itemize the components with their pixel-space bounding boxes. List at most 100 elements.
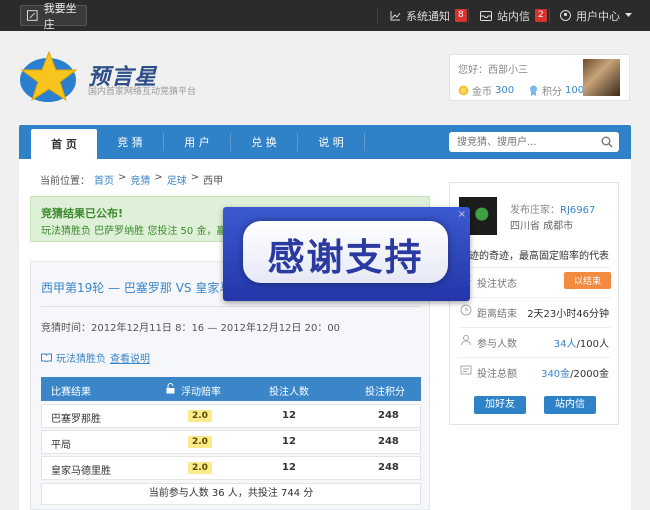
- breadcrumb-prefix: 当前位置：: [40, 176, 90, 187]
- table-row[interactable]: 平局 2.0 12 248: [41, 430, 421, 454]
- chart-icon: [390, 11, 401, 21]
- user-avatar[interactable]: [583, 59, 620, 96]
- divider: [377, 8, 378, 23]
- mail-count-badge: 2: [535, 9, 547, 22]
- rule-help-link[interactable]: 查看说明: [110, 350, 150, 365]
- row-odds: 2.0: [188, 462, 212, 474]
- row-odds: 2.0: [188, 436, 212, 448]
- divider: [468, 8, 469, 23]
- total-max: /2000金: [570, 369, 609, 380]
- row-points: 248: [378, 462, 399, 473]
- post-bet-button[interactable]: 我要坐庄: [20, 2, 87, 31]
- row-people: 12: [282, 436, 296, 447]
- table-row[interactable]: 巴塞罗那胜 2.0 12 248: [41, 404, 421, 428]
- edit-icon: [27, 10, 38, 21]
- score-label: 积分: [542, 87, 562, 98]
- score-balance: 积分 100: [528, 83, 584, 98]
- breadcrumb-sep: >: [118, 172, 127, 183]
- thanks-banner: 感谢支持: [243, 221, 448, 283]
- mail-link[interactable]: 站内信 2: [480, 0, 547, 31]
- user-icon: [461, 335, 471, 346]
- brand-slogan: 国内首家网络互动竞猜平台: [88, 87, 197, 97]
- tab-home[interactable]: 首 页: [31, 129, 97, 159]
- breadcrumb-football[interactable]: 足球: [167, 172, 187, 187]
- row-points: 248: [378, 410, 399, 421]
- row-result: 皇家马德里胜: [51, 466, 111, 477]
- thanks-text: 感谢支持: [267, 236, 424, 279]
- divider: [41, 306, 421, 307]
- col-people: 投注人数: [269, 387, 309, 398]
- gold-balance: 金币 300: [458, 83, 514, 98]
- people-count: 34人: [553, 339, 577, 350]
- star-logo-icon: [20, 50, 78, 102]
- alert-title: 竞猜结果已公布!: [41, 207, 124, 220]
- tab-users[interactable]: 用 户: [164, 125, 230, 159]
- table-row[interactable]: 皇家马德里胜 2.0 12 248: [41, 456, 421, 480]
- search-icon[interactable]: [601, 136, 613, 148]
- rule-link[interactable]: 玩法猜胜负 查看说明: [41, 350, 150, 365]
- user-center-menu[interactable]: 用户中心: [560, 0, 632, 31]
- tab-help[interactable]: 说 明: [298, 125, 364, 159]
- row-result: 平局: [51, 440, 71, 451]
- inbox-icon: [480, 10, 492, 21]
- main-nav: 首 页 竞 猜 用 户 兑 换 说 明: [19, 125, 631, 159]
- people-value: 34人/100人: [554, 335, 609, 350]
- remain-value: 2天23小时46分钟: [527, 309, 609, 320]
- user-center-label: 用户中心: [576, 9, 620, 23]
- clock-icon: [460, 304, 472, 316]
- search-input[interactable]: [449, 132, 619, 152]
- col-odds: 浮动赔率: [181, 387, 221, 398]
- total-label: 投注总额: [477, 369, 517, 380]
- system-notify-link[interactable]: 系统通知 8: [390, 0, 467, 31]
- book-icon: [41, 353, 52, 362]
- user-greeting: 您好：西部小三: [458, 65, 528, 76]
- match-time: 竞猜时间：2012年12月11日 8：16 — 2012年12月12日 20：0…: [41, 323, 341, 334]
- gold-value: 300: [495, 85, 515, 96]
- system-notify-label: 系统通知: [406, 9, 450, 23]
- close-icon[interactable]: ×: [458, 209, 466, 220]
- breadcrumb-home[interactable]: 首页: [94, 172, 114, 187]
- bet-table-header: 比赛结果 浮动赔率 投注人数 投注积分: [41, 377, 421, 401]
- row-people: 12: [282, 462, 296, 473]
- site-logo[interactable]: 预言星 国内首家网络互动竞猜平台: [18, 50, 218, 104]
- gold-label: 金币: [472, 87, 492, 98]
- unlock-icon: [166, 383, 175, 394]
- user-card: 您好：西部小三 金币 300 积分 100: [449, 54, 630, 101]
- status-badge: 以结束: [563, 272, 611, 289]
- coin-icon: [458, 85, 469, 96]
- caret-down-icon: [625, 13, 632, 17]
- status-label: 投注状态: [477, 279, 517, 290]
- score-value: 100: [565, 85, 585, 96]
- breadcrumb-bet[interactable]: 竞猜: [130, 172, 150, 187]
- people-row: 参与人数 34人/100人: [459, 327, 611, 353]
- dealer-panel: 发布庄家：RJ6967 四川省 成都市 奇迹的奇迹，最高固定赔率的代表 投注状态…: [449, 182, 619, 425]
- mail-label: 站内信: [497, 9, 530, 23]
- people-total: /100人: [576, 339, 609, 350]
- row-result: 巴塞罗那胜: [51, 414, 101, 425]
- people-label: 参与人数: [477, 339, 517, 350]
- ticket-icon: [460, 365, 472, 375]
- total-row: 投注总额 340金/2000金: [459, 357, 611, 383]
- breadcrumb-current: 西甲: [203, 176, 224, 187]
- row-people: 12: [282, 410, 296, 421]
- notify-count-badge: 8: [455, 9, 467, 22]
- tab-bet[interactable]: 竞 猜: [97, 125, 163, 159]
- user-circle-icon: [560, 10, 571, 21]
- divider: [549, 8, 550, 23]
- tab-exchange[interactable]: 兑 换: [231, 125, 297, 159]
- nav-separator: [364, 133, 365, 151]
- row-points: 248: [378, 436, 399, 447]
- alert-detail: 玩法猜胜负 巴萨罗纳胜 您投注 50 金，赢得 20: [41, 226, 253, 237]
- dealer-description: 奇迹的奇迹，最高固定赔率的代表: [459, 251, 609, 262]
- status-row: 投注状态 以结束: [459, 267, 611, 293]
- add-friend-button[interactable]: 加好友: [474, 396, 526, 414]
- total-amount: 340金: [541, 369, 571, 380]
- rule-text: 玩法猜胜负: [56, 354, 106, 365]
- send-mail-button[interactable]: 站内信: [544, 396, 596, 414]
- breadcrumb: 当前位置： 首页 > 竞猜 > 足球 > 西甲: [40, 172, 223, 187]
- thanks-popup[interactable]: × 感谢支持: [223, 207, 470, 301]
- dealer-name[interactable]: RJ6967: [560, 205, 595, 216]
- post-bet-label: 我要坐庄: [43, 1, 77, 31]
- col-result: 比赛结果: [51, 387, 91, 398]
- dealer-info: 发布庄家：RJ6967: [510, 201, 595, 216]
